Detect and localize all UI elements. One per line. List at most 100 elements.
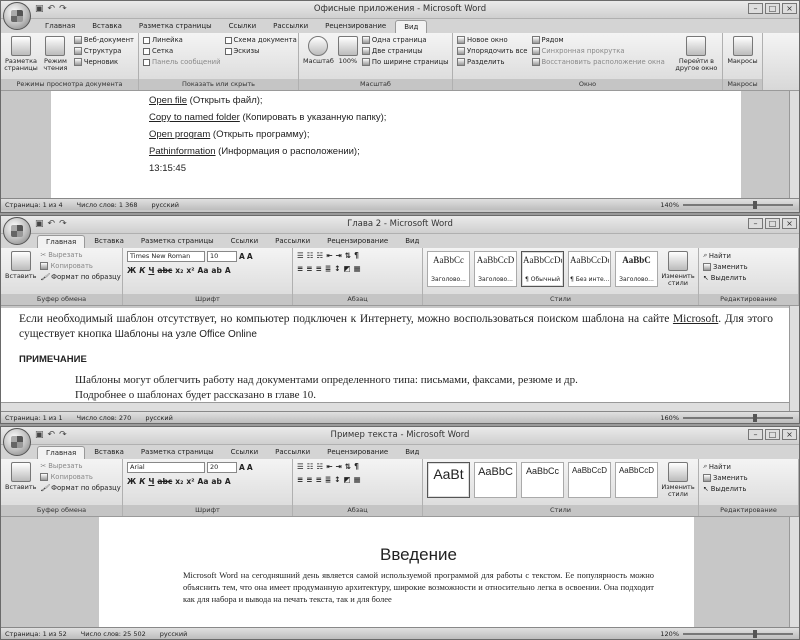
align-center-icon[interactable]: ≡: [306, 264, 312, 273]
tab-mailings[interactable]: Рассылки: [267, 235, 318, 248]
maximize-button[interactable]: □: [765, 429, 780, 440]
pilcrow-icon[interactable]: ¶: [354, 462, 359, 471]
tab-page-layout[interactable]: Разметка страницы: [133, 235, 222, 248]
font-size-box[interactable]: 10: [207, 251, 237, 262]
tab-review[interactable]: Рецензирование: [319, 446, 396, 459]
switch-windows-button[interactable]: Перейти в другое окно: [675, 36, 718, 78]
grow-font-button[interactable]: A: [239, 252, 245, 261]
borders-icon[interactable]: ▦: [354, 264, 361, 273]
copy-button[interactable]: Копировать: [40, 473, 120, 481]
tab-home[interactable]: Главная: [37, 235, 86, 248]
tab-home[interactable]: Главная: [37, 20, 83, 33]
italic-button[interactable]: К: [139, 477, 145, 486]
macros-button[interactable]: Макросы: [727, 36, 758, 78]
highlight-button[interactable]: ab: [211, 477, 221, 486]
highlight-button[interactable]: ab: [211, 266, 221, 275]
shading-icon[interactable]: ◩: [343, 475, 350, 484]
numbering-icon[interactable]: ☷: [307, 462, 314, 471]
font-name-box[interactable]: Arial: [127, 462, 205, 473]
close-button[interactable]: ×: [782, 429, 797, 440]
shrink-font-button[interactable]: A: [247, 252, 253, 261]
format-painter-button[interactable]: 🖌 Формат по образцу: [40, 273, 120, 281]
shading-icon[interactable]: ◩: [343, 264, 350, 273]
document-area[interactable]: Open file (Открыть файл); Copy to named …: [1, 91, 799, 210]
pilcrow-icon[interactable]: ¶: [354, 251, 359, 260]
new-window-button[interactable]: Новое окно: [457, 36, 528, 44]
bullets-icon[interactable]: ☰: [297, 251, 304, 260]
decrease-indent-icon[interactable]: ⇤: [326, 462, 332, 471]
reset-window-button[interactable]: Восстановить расположение окна: [531, 58, 665, 66]
numbering-icon[interactable]: ☷: [307, 251, 314, 260]
line-spacing-icon[interactable]: ↕: [334, 264, 340, 273]
office-button[interactable]: [3, 217, 31, 245]
find-button[interactable]: ⌕ Найти: [703, 462, 748, 471]
align-right-icon[interactable]: ≡: [316, 475, 322, 484]
change-styles-button[interactable]: Изменить стили: [661, 462, 695, 504]
office-button[interactable]: [3, 2, 31, 30]
zoom-slider[interactable]: [683, 413, 793, 422]
zoom-level[interactable]: 120%: [660, 630, 679, 638]
paste-button[interactable]: Вставить: [5, 251, 36, 293]
language[interactable]: русский: [145, 414, 173, 422]
close-button[interactable]: ×: [782, 218, 797, 229]
style-heading-2[interactable]: AaBbCcD Заголово...: [474, 251, 517, 287]
font-name-box[interactable]: Times New Roman: [127, 251, 205, 262]
message-bar-checkbox[interactable]: Панель сообщений: [143, 58, 221, 66]
font-color-button[interactable]: A: [225, 266, 231, 275]
zoom-100-button[interactable]: 100%: [337, 36, 358, 78]
horizontal-scrollbar[interactable]: [1, 402, 789, 411]
zoom-level[interactable]: 140%: [660, 201, 679, 209]
copy-button[interactable]: Копировать: [40, 262, 120, 270]
increase-indent-icon[interactable]: ⇥: [336, 251, 342, 260]
format-painter-button[interactable]: 🖌 Формат по образцу: [40, 484, 120, 492]
word-count[interactable]: Число слов: 270: [77, 414, 132, 422]
align-left-icon[interactable]: ≡: [297, 264, 303, 273]
close-button[interactable]: ×: [782, 3, 797, 14]
minimize-button[interactable]: –: [748, 3, 763, 14]
office-button[interactable]: [3, 428, 31, 456]
cut-button[interactable]: ✂ Вырезать: [40, 251, 120, 259]
document-page[interactable]: Если необходимый шаблон отсутствует, но …: [1, 308, 791, 403]
select-button[interactable]: ↖ Выделить: [703, 274, 748, 282]
style-gallery-item[interactable]: AaBbC: [474, 462, 517, 498]
strike-button[interactable]: abc: [157, 266, 172, 275]
bold-button[interactable]: Ж: [127, 477, 136, 486]
tab-review[interactable]: Рецензирование: [319, 235, 396, 248]
replace-button[interactable]: Заменить: [703, 474, 748, 482]
tab-page-layout[interactable]: Разметка страницы: [131, 20, 220, 33]
tab-insert[interactable]: Вставка: [84, 20, 130, 33]
page-count[interactable]: Страница: 1 из 52: [5, 630, 67, 638]
tab-references[interactable]: Ссылки: [221, 20, 265, 33]
tab-review[interactable]: Рецензирование: [317, 20, 394, 33]
line-spacing-icon[interactable]: ↕: [334, 475, 340, 484]
style-gallery-item[interactable]: AaBbCc: [521, 462, 564, 498]
maximize-button[interactable]: □: [765, 218, 780, 229]
sort-icon[interactable]: ⇅: [345, 462, 351, 471]
bullets-icon[interactable]: ☰: [297, 462, 304, 471]
subscript-button[interactable]: x₂: [175, 477, 183, 486]
thumbnails-checkbox[interactable]: Эскизы: [224, 47, 297, 55]
tab-mailings[interactable]: Рассылки: [265, 20, 316, 33]
page-count[interactable]: Страница: 1 из 1: [5, 414, 63, 422]
tab-mailings[interactable]: Рассылки: [267, 446, 318, 459]
tab-insert[interactable]: Вставка: [86, 446, 132, 459]
superscript-button[interactable]: x²: [186, 477, 194, 486]
language[interactable]: русский: [160, 630, 188, 638]
justify-icon[interactable]: ≣: [325, 264, 331, 273]
minimize-button[interactable]: –: [748, 218, 763, 229]
web-layout-button[interactable]: Веб-документ: [73, 36, 134, 44]
multilevel-icon[interactable]: ☵: [316, 462, 323, 471]
draft-button[interactable]: Черновик: [73, 58, 134, 66]
style-heading-1[interactable]: AaBbCc Заголово...: [427, 251, 470, 287]
tab-page-layout[interactable]: Разметка страницы: [133, 446, 222, 459]
style-normal[interactable]: AaBbCcDc ¶ Обычный: [521, 251, 564, 287]
document-map-checkbox[interactable]: Схема документа: [224, 36, 297, 44]
split-button[interactable]: Разделить: [457, 58, 528, 66]
zoom-button[interactable]: Масштаб: [303, 36, 334, 78]
vertical-scrollbar[interactable]: [789, 306, 799, 411]
increase-indent-icon[interactable]: ⇥: [336, 462, 342, 471]
tab-references[interactable]: Ссылки: [223, 446, 267, 459]
align-center-icon[interactable]: ≡: [306, 475, 312, 484]
multilevel-icon[interactable]: ☵: [316, 251, 323, 260]
zoom-slider[interactable]: [683, 629, 793, 638]
